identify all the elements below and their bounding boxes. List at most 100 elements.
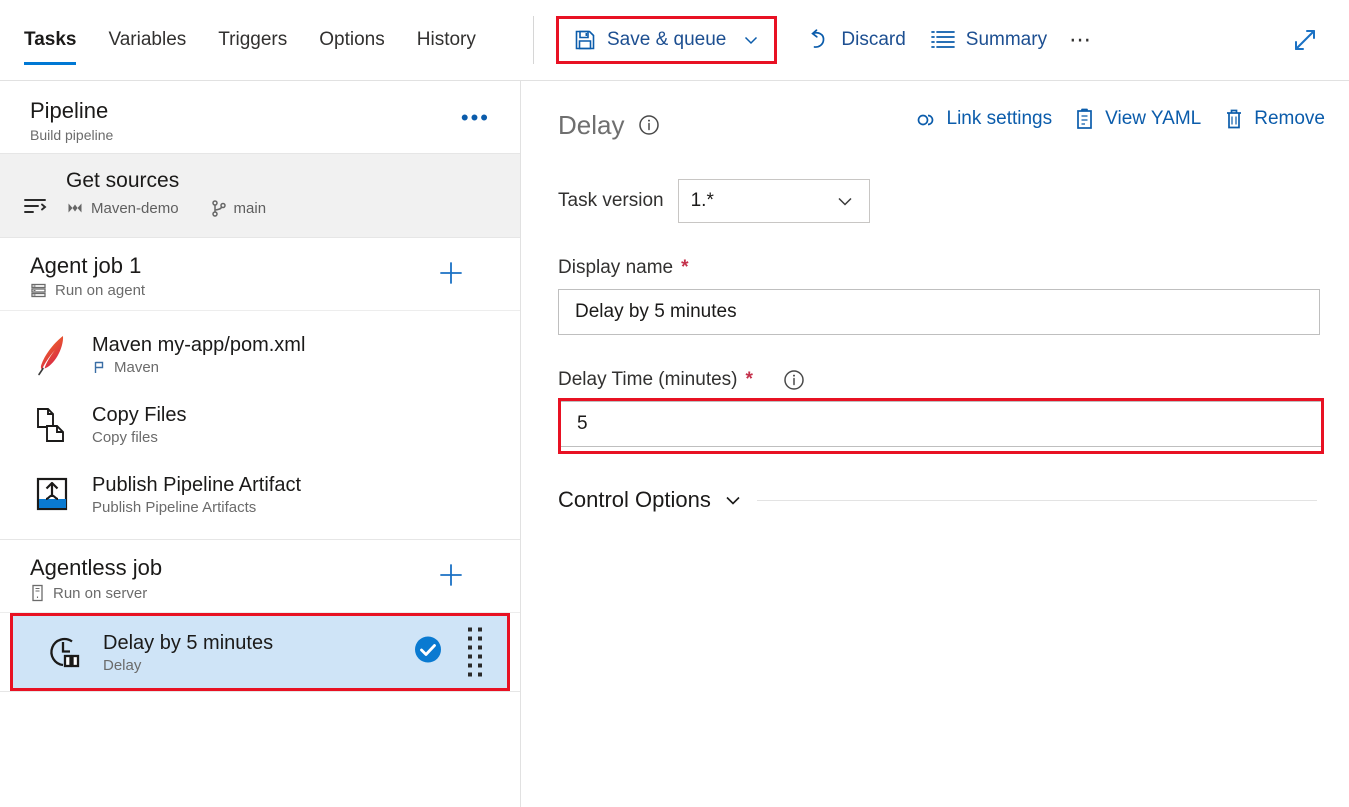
- remove-button[interactable]: Remove: [1223, 107, 1325, 131]
- task-subtitle-row: Maven: [92, 359, 305, 376]
- task-title: Publish Pipeline Artifact: [92, 473, 302, 496]
- tab-options-label: Options: [319, 29, 385, 50]
- save-and-queue-button[interactable]: Save & queue: [556, 16, 778, 64]
- task-row-delay[interactable]: Delay by 5 minutes Delay: [10, 613, 510, 691]
- task-subtitle: Publish Pipeline Artifacts: [92, 498, 257, 516]
- top-bar: Tasks Variables Triggers Options History…: [0, 0, 1349, 81]
- discard-label: Discard: [841, 29, 906, 50]
- task-title: Delay by 5 minutes: [103, 631, 274, 654]
- info-icon[interactable]: [638, 114, 660, 136]
- job-header-agentless-job[interactable]: Agentless job Run on server: [0, 540, 520, 613]
- job-agentless-job: Agentless job Run on server Delay by 5 m…: [0, 540, 520, 692]
- pipeline-more-button[interactable]: •••: [461, 105, 490, 131]
- pipeline-title: Pipeline: [30, 98, 109, 123]
- delay-time-required-marker: *: [745, 369, 753, 390]
- tab-triggers-label: Triggers: [218, 29, 288, 50]
- link-settings-label: Link settings: [946, 108, 1053, 129]
- delay-time-input[interactable]: 5: [560, 401, 1322, 447]
- toolbar-overflow-button[interactable]: ⋯: [1059, 20, 1103, 60]
- azure-repos-icon: [66, 199, 84, 217]
- branch-icon: [211, 199, 227, 217]
- pipeline-tree-pane: Pipeline Build pipeline ••• Get sources: [0, 81, 521, 807]
- flag-icon: [92, 360, 107, 375]
- check-circle-icon: [413, 635, 443, 670]
- toolbar-divider: [533, 16, 534, 64]
- save-floppy-icon: [573, 28, 597, 52]
- job-subtitle-row: Run on server: [30, 584, 500, 602]
- task-row-copy-files[interactable]: Copy Files Copy files: [0, 389, 520, 459]
- task-subtitle: Maven: [114, 358, 160, 376]
- get-sources-meta: Maven-demo main: [66, 199, 290, 217]
- chevron-down-icon: [835, 191, 855, 211]
- page-title: Delay: [558, 109, 625, 140]
- display-name-value: Delay by 5 minutes: [575, 301, 737, 322]
- get-sources-branch-label: main: [233, 199, 267, 217]
- job-subtitle: Run on server: [53, 584, 148, 602]
- task-version-label: Task version: [558, 190, 664, 211]
- chevron-down-icon: [742, 31, 760, 49]
- display-name-required-marker: *: [681, 257, 689, 278]
- plus-icon: [436, 560, 466, 590]
- get-sources-row[interactable]: Get sources Maven-demo main: [0, 154, 520, 238]
- add-task-button-agentless-job[interactable]: [434, 558, 468, 592]
- get-sources-repo-label: Maven-demo: [91, 199, 179, 217]
- display-name-field-group: Display name * Delay by 5 minutes: [558, 257, 1325, 335]
- task-subtitle: Copy files: [92, 428, 158, 446]
- pipeline-subtitle: Build pipeline: [30, 127, 114, 143]
- job-header-agent-job-1[interactable]: Agent job 1 Run on agent: [0, 238, 520, 311]
- task-version-value: 1.*: [690, 190, 714, 211]
- server-icon: [30, 584, 45, 602]
- delay-time-label-row: Delay Time (minutes) *: [558, 369, 1325, 391]
- tab-history[interactable]: History: [401, 0, 492, 80]
- drag-dots-icon[interactable]: [468, 627, 483, 677]
- plus-icon: [436, 258, 466, 288]
- job-subtitle-row: Run on agent: [30, 282, 500, 299]
- chevron-down-icon: [723, 490, 743, 510]
- expand-diagonal-icon: [1291, 26, 1319, 54]
- task-row-publish-pipeline-artifact[interactable]: Publish Pipeline Artifact Publish Pipeli…: [0, 459, 520, 529]
- save-and-queue-label: Save & queue: [607, 29, 727, 50]
- tab-tasks-label: Tasks: [24, 29, 77, 50]
- task-detail-header: Delay Link settings View YAML Remove: [558, 103, 1325, 147]
- get-sources-branch: main: [211, 199, 267, 217]
- get-sources-title: Get sources: [66, 169, 180, 192]
- job-subtitle: Run on agent: [55, 282, 146, 299]
- delay-time-input-wrapper: 5: [558, 398, 1324, 454]
- pipeline-more-label: •••: [460, 105, 490, 130]
- view-yaml-icon: [1074, 107, 1096, 131]
- summary-label: Summary: [965, 29, 1048, 50]
- tab-bar: Tasks Variables Triggers Options History: [24, 0, 492, 80]
- task-version-select[interactable]: 1.*: [677, 179, 870, 223]
- tab-triggers[interactable]: Triggers: [202, 0, 303, 80]
- view-yaml-label: View YAML: [1105, 108, 1202, 129]
- discard-button[interactable]: Discard: [793, 18, 917, 62]
- maven-feather-icon: [30, 332, 74, 376]
- agent-server-icon: [30, 282, 47, 299]
- job-title: Agent job 1: [30, 253, 142, 278]
- link-settings-icon: [914, 109, 938, 129]
- add-task-button-agent-job-1[interactable]: [434, 256, 468, 290]
- link-settings-button[interactable]: Link settings: [914, 108, 1053, 130]
- view-yaml-button[interactable]: View YAML: [1074, 107, 1201, 131]
- task-list-agentless-job: Delay by 5 minutes Delay: [4, 613, 516, 691]
- tab-variables[interactable]: Variables: [92, 0, 202, 80]
- tab-options[interactable]: Options: [303, 0, 400, 80]
- pipeline-header[interactable]: Pipeline Build pipeline •••: [0, 81, 520, 154]
- task-row-maven[interactable]: Maven my-app/pom.xml Maven: [0, 319, 520, 389]
- delay-time-value: 5: [577, 413, 588, 434]
- delay-clock-icon: [41, 632, 85, 672]
- display-name-input[interactable]: Delay by 5 minutes: [558, 289, 1320, 335]
- undo-arrow-icon: [805, 27, 831, 53]
- list-summary-icon: [930, 29, 956, 51]
- info-icon[interactable]: [783, 369, 805, 391]
- control-options-toggle[interactable]: Control Options: [558, 487, 743, 513]
- toolbar-overflow-label: ⋯: [1069, 27, 1094, 52]
- toolbar: Save & queue Discard Summary ⋯: [556, 0, 1103, 80]
- task-version-row: Task version 1.*: [558, 179, 1325, 223]
- display-name-label: Display name: [558, 257, 674, 278]
- tab-variables-label: Variables: [108, 29, 187, 50]
- expand-button[interactable]: [1283, 18, 1327, 62]
- tab-tasks[interactable]: Tasks: [24, 0, 92, 80]
- tab-history-label: History: [416, 29, 476, 50]
- summary-button[interactable]: Summary: [918, 18, 1059, 62]
